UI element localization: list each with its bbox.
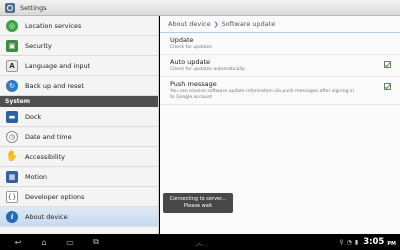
sidebar-item-label: Location services (25, 21, 82, 30)
sidebar-item-language-and-input[interactable]: A Language and input (0, 56, 158, 76)
status-area[interactable]: ⚲ ◔ ▮ 3:05 PM (339, 234, 396, 250)
sidebar-item-label: Motion (25, 172, 48, 181)
backup-icon: ↻ (6, 79, 18, 92)
sidebar-item-location-services[interactable]: ◎ Location services (0, 16, 158, 36)
usb-icon: ⚲ (339, 238, 344, 246)
lock-icon: ▣ (6, 39, 18, 52)
setting-title: Push message (170, 80, 217, 88)
toast-line-1: Connecting to server... (169, 196, 227, 202)
setting-auto-update[interactable]: Auto update Check for updates automatica… (160, 55, 400, 77)
chevron-up-icon[interactable]: ︿ (196, 238, 203, 248)
battery-icon: ▮ (354, 238, 359, 246)
sidebar-item-dock[interactable]: ▬ Dock (0, 107, 158, 127)
clock-icon: ◷ (6, 130, 18, 143)
sidebar-item-about-device[interactable]: i About device (0, 207, 158, 227)
dock-icon: ▬ (6, 110, 18, 123)
home-icon[interactable]: ⌂ (36, 238, 52, 247)
setting-title: Auto update (170, 58, 211, 66)
motion-icon: ▦ (6, 170, 18, 183)
setting-update[interactable]: Update Check for updates (160, 33, 400, 55)
sidebar-item-developer-options[interactable]: {} Developer options (0, 187, 158, 207)
setting-subtitle: Check for updates automatically (170, 67, 245, 72)
breadcrumb: About device ❯ Software update (160, 16, 400, 33)
info-icon: i (6, 210, 18, 223)
developer-icon: {} (6, 190, 18, 203)
push-message-checkbox[interactable] (384, 83, 391, 90)
wifi-icon: ◔ (346, 238, 352, 246)
screenshot-icon[interactable]: ⧉ (88, 237, 104, 247)
settings-app-icon (5, 2, 15, 13)
title-bar: Settings (0, 0, 400, 16)
sidebar-item-label: Date and time (25, 132, 72, 141)
setting-push-message[interactable]: Push message You can receive software up… (160, 77, 400, 105)
breadcrumb-parent[interactable]: About device (168, 20, 211, 28)
recent-apps-icon[interactable]: ▭ (62, 238, 78, 247)
sidebar-item-security[interactable]: ▣ Security (0, 36, 158, 56)
keyboard-icon: A (6, 59, 18, 72)
toast-line-2: Please wait (183, 203, 213, 209)
section-header-system: System (0, 96, 158, 107)
sidebar-item-back-up-and-reset[interactable]: ↻ Back up and reset (0, 76, 158, 96)
back-icon[interactable]: ↩ (10, 238, 26, 247)
clock-ampm: PM (387, 240, 396, 247)
sidebar-item-accessibility[interactable]: ✋ Accessibility (0, 147, 158, 167)
sidebar-item-label: Accessibility (25, 152, 65, 161)
clock-time: 3:05 (363, 237, 385, 247)
hand-icon: ✋ (5, 151, 19, 162)
breadcrumb-current: Software update (221, 20, 276, 28)
sidebar-item-label: Developer options (25, 192, 85, 201)
window-title: Settings (20, 3, 47, 12)
chevron-right-icon: ❯ (213, 20, 219, 28)
sidebar-item-label: Dock (25, 112, 42, 121)
setting-subtitle: You can receive software update informat… (170, 89, 355, 100)
location-icon: ◎ (6, 19, 18, 32)
sidebar-item-label: Back up and reset (25, 81, 84, 90)
setting-title: Update (170, 36, 194, 44)
sidebar-item-label: Security (25, 41, 52, 50)
sidebar-item-label: Language and input (25, 61, 91, 70)
setting-subtitle: Check for updates (170, 45, 212, 50)
sidebar-item-date-and-time[interactable]: ◷ Date and time (0, 127, 158, 147)
sidebar-item-motion[interactable]: ▦ Motion (0, 167, 158, 187)
auto-update-checkbox[interactable] (384, 61, 391, 68)
sidebar: ◎ Location services ▣ Security A Languag… (0, 16, 159, 234)
progress-toast: Connecting to server... Please wait (163, 193, 233, 213)
sidebar-item-label: About device (25, 212, 68, 221)
